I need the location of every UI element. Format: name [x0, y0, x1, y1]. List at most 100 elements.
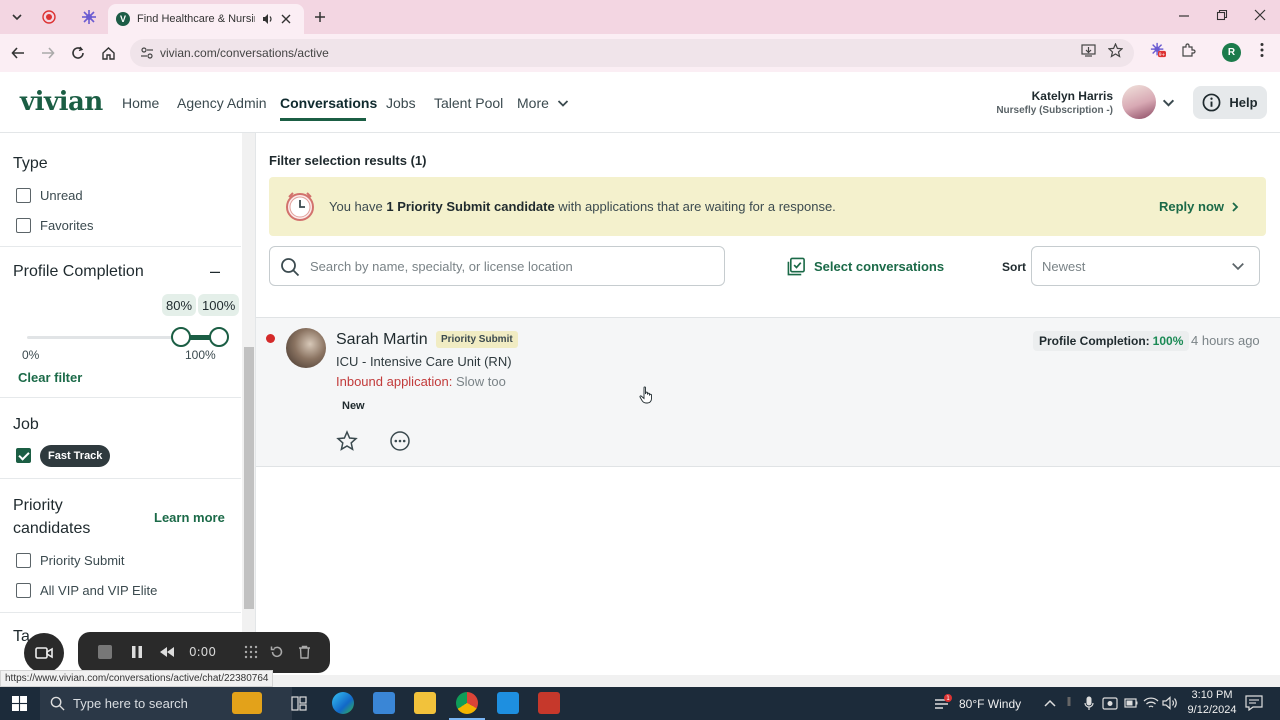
- browser-menu-kebab-icon[interactable]: [1254, 42, 1270, 58]
- paint-app-icon[interactable]: [497, 692, 519, 714]
- candidate-specialty: ICU - Intensive Care Unit (RN): [336, 354, 512, 369]
- minimize-icon[interactable]: [1174, 8, 1194, 24]
- tab-close-icon[interactable]: [281, 14, 291, 24]
- user-menu-chevron-icon[interactable]: [1162, 96, 1175, 109]
- wifi-icon[interactable]: [1143, 696, 1159, 710]
- close-window-icon[interactable]: [1250, 8, 1270, 24]
- rewind-icon[interactable]: [158, 643, 176, 661]
- restore-icon[interactable]: [1212, 8, 1232, 24]
- sort-value: Newest: [1042, 258, 1086, 274]
- notifications-icon[interactable]: [1245, 695, 1263, 711]
- restart-icon[interactable]: [268, 643, 286, 661]
- search-icon: [281, 258, 300, 277]
- learn-more-link[interactable]: Learn more: [154, 510, 225, 525]
- priority-submit-checkbox[interactable]: [16, 553, 31, 568]
- battery-icon[interactable]: [1124, 697, 1138, 709]
- tab-search-chevron-icon[interactable]: [6, 6, 28, 28]
- microphone-icon[interactable]: [1084, 696, 1094, 711]
- install-app-icon[interactable]: [1080, 42, 1096, 58]
- snipping-tool-icon[interactable]: [538, 692, 560, 714]
- pinned-tab-icon[interactable]: [78, 6, 100, 28]
- nav-conversations[interactable]: Conversations: [280, 95, 377, 111]
- reply-now-button[interactable]: Reply now: [1159, 199, 1240, 214]
- fast-track-checkbox[interactable]: [16, 448, 31, 463]
- conversation-card[interactable]: Sarah Martin Priority Submit ICU - Inten…: [256, 317, 1280, 467]
- candidate-avatar[interactable]: [286, 328, 326, 368]
- sidebar-scroll-thumb[interactable]: [244, 347, 254, 609]
- grid-dots-icon[interactable]: [242, 643, 260, 661]
- browser-profile-avatar[interactable]: R: [1222, 43, 1241, 62]
- profile-completion-badge: Profile Completion: 100%: [1033, 331, 1190, 351]
- select-conversations-label: Select conversations: [814, 259, 945, 274]
- microsoft-store-icon[interactable]: [373, 692, 395, 714]
- task-view-icon[interactable]: [291, 696, 307, 711]
- extensions-puzzle-icon[interactable]: [1180, 42, 1196, 58]
- nav-more[interactable]: More: [517, 95, 569, 111]
- reload-icon[interactable]: [68, 43, 88, 63]
- recording-tab-icon[interactable]: [38, 6, 60, 28]
- more-options-icon[interactable]: [389, 430, 411, 452]
- weather-icon[interactable]: 1: [933, 694, 953, 712]
- bookmark-star-icon[interactable]: [1107, 42, 1123, 58]
- favorites-checkbox[interactable]: [16, 218, 31, 233]
- windows-start-icon[interactable]: [12, 696, 27, 711]
- unread-checkbox[interactable]: [16, 188, 31, 203]
- site-settings-icon[interactable]: [140, 46, 154, 60]
- sort-select[interactable]: Newest: [1031, 246, 1260, 286]
- nav-talent-pool[interactable]: Talent Pool: [434, 95, 503, 111]
- sort-label: Sort: [1002, 260, 1026, 274]
- vip-label[interactable]: All VIP and VIP Elite: [40, 583, 157, 598]
- range-scale-max: 100%: [185, 348, 216, 362]
- range-scale-min: 0%: [22, 348, 40, 362]
- trash-icon[interactable]: [295, 643, 313, 661]
- favorite-star-icon[interactable]: [336, 430, 358, 452]
- tray-pen-icon[interactable]: [1066, 697, 1072, 709]
- back-arrow-icon[interactable]: [8, 43, 28, 63]
- weather-text[interactable]: 80°F Windy: [959, 697, 1021, 711]
- pause-icon[interactable]: [128, 643, 146, 661]
- help-button[interactable]: Help: [1193, 86, 1267, 119]
- file-explorer-icon[interactable]: [414, 692, 436, 714]
- stop-recording-icon[interactable]: [96, 643, 114, 661]
- new-tab-icon[interactable]: [309, 6, 331, 28]
- unread-label[interactable]: Unread: [40, 188, 83, 203]
- forward-arrow-icon[interactable]: [38, 43, 58, 63]
- nav-agency-admin[interactable]: Agency Admin: [177, 95, 267, 111]
- priority-submit-label[interactable]: Priority Submit: [40, 553, 125, 568]
- info-icon: [1202, 93, 1221, 112]
- candidate-name[interactable]: Sarah Martin: [336, 331, 428, 349]
- clear-filter-link[interactable]: Clear filter: [18, 370, 82, 385]
- chrome-browser-icon[interactable]: [456, 692, 478, 714]
- fast-track-tag[interactable]: Fast Track: [40, 445, 111, 467]
- range-min-handle[interactable]: [171, 327, 191, 347]
- nav-home[interactable]: Home: [122, 95, 159, 111]
- edge-browser-icon[interactable]: [332, 692, 354, 714]
- banner-suffix: with applications that are waiting for a…: [554, 199, 836, 214]
- range-max-handle[interactable]: [209, 327, 229, 347]
- profile-completion-title: Profile Completion: [13, 263, 144, 280]
- address-bar[interactable]: vivian.com/conversations/active: [130, 39, 1134, 67]
- browser-tab-strip: V Find Healthcare & Nursing: [0, 0, 1280, 34]
- search-input[interactable]: Search by name, specialty, or license lo…: [269, 246, 725, 286]
- video-camera-icon: [35, 647, 53, 659]
- user-avatar[interactable]: [1122, 85, 1156, 119]
- taskbar-time[interactable]: 3:10 PM: [1182, 689, 1242, 701]
- tray-overflow-chevron-icon[interactable]: [1044, 698, 1056, 708]
- select-conversations-button[interactable]: Select conversations: [787, 257, 944, 276]
- recorder-camera-button[interactable]: [24, 633, 64, 673]
- sidebar-scrollbar[interactable]: [242, 133, 255, 675]
- audio-playing-icon[interactable]: [262, 13, 274, 25]
- vip-checkbox[interactable]: [16, 583, 31, 598]
- taskbar-search[interactable]: Type here to search: [40, 687, 292, 720]
- favorites-label[interactable]: Favorites: [40, 218, 93, 233]
- collapse-section-icon[interactable]: –: [210, 261, 220, 282]
- volume-icon[interactable]: [1162, 696, 1178, 710]
- meet-now-icon[interactable]: [1102, 696, 1118, 711]
- taskbar-date[interactable]: 9/12/2024: [1182, 704, 1242, 716]
- nav-jobs[interactable]: Jobs: [386, 95, 416, 111]
- alarm-clock-icon: [286, 192, 314, 221]
- active-tab[interactable]: V Find Healthcare & Nursing: [108, 4, 304, 34]
- extension-loom-icon[interactable]: 9+: [1150, 42, 1166, 58]
- vivian-logo[interactable]: vivian: [20, 87, 103, 117]
- home-icon[interactable]: [98, 43, 118, 63]
